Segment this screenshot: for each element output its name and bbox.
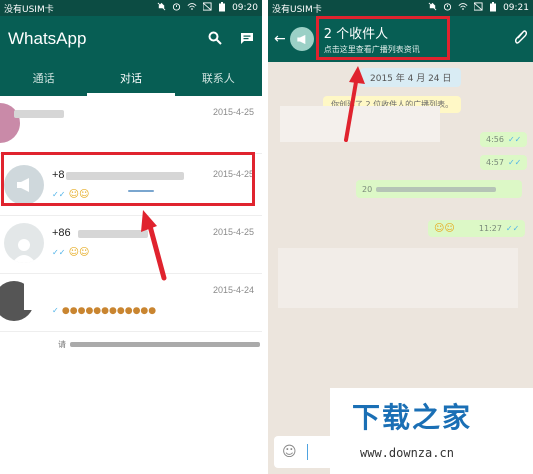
watermark-title: 下载之家 bbox=[352, 401, 473, 434]
watermark-url: www.downza.cn bbox=[360, 446, 454, 460]
watermark: 下载之家 www.downza.cn bbox=[330, 388, 533, 474]
